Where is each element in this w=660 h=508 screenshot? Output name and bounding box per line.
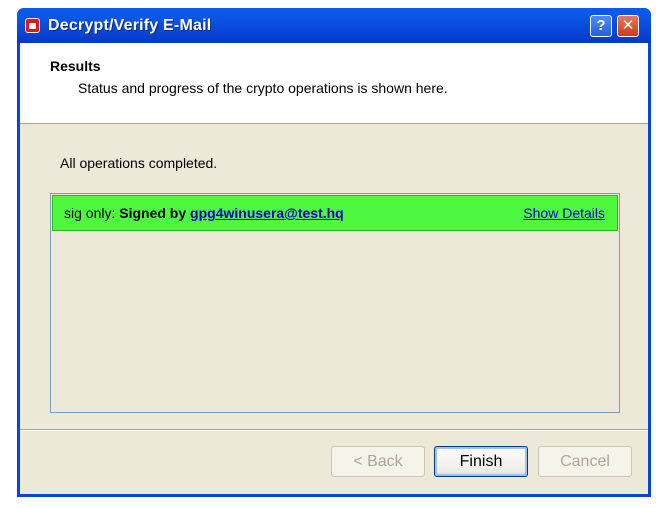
signed-by-label: Signed by — [119, 205, 187, 221]
page-title: Results — [50, 58, 101, 74]
wizard-window: Decrypt/Verify E-Mail ? ✕ Results Status… — [17, 8, 651, 497]
close-button[interactable]: ✕ — [617, 15, 639, 37]
wizard-header: Results Status and progress of the crypt… — [20, 43, 648, 124]
help-button[interactable]: ? — [590, 15, 612, 37]
page-subtitle: Status and progress of the crypto operat… — [78, 80, 448, 96]
result-prefix: sig only: — [64, 205, 116, 221]
title-bar[interactable]: Decrypt/Verify E-Mail ? ✕ — [17, 8, 651, 43]
result-summary: sig only: Signed by gpg4winusera@test.hq — [64, 205, 344, 221]
status-message: All operations completed. — [60, 155, 218, 171]
show-details-link[interactable]: Show Details — [523, 205, 605, 221]
wizard-client-area: Results Status and progress of the crypt… — [20, 43, 648, 494]
cancel-button[interactable]: Cancel — [538, 446, 632, 477]
results-list: sig only: Signed by gpg4winusera@test.hq… — [50, 193, 620, 413]
signer-email-link[interactable]: gpg4winusera@test.hq — [190, 205, 344, 221]
button-separator — [20, 429, 648, 431]
window-title: Decrypt/Verify E-Mail — [48, 17, 212, 34]
back-button[interactable]: < Back — [331, 446, 425, 477]
finish-button[interactable]: Finish — [434, 446, 528, 477]
app-icon — [25, 18, 40, 33]
result-row: sig only: Signed by gpg4winusera@test.hq… — [52, 195, 618, 231]
